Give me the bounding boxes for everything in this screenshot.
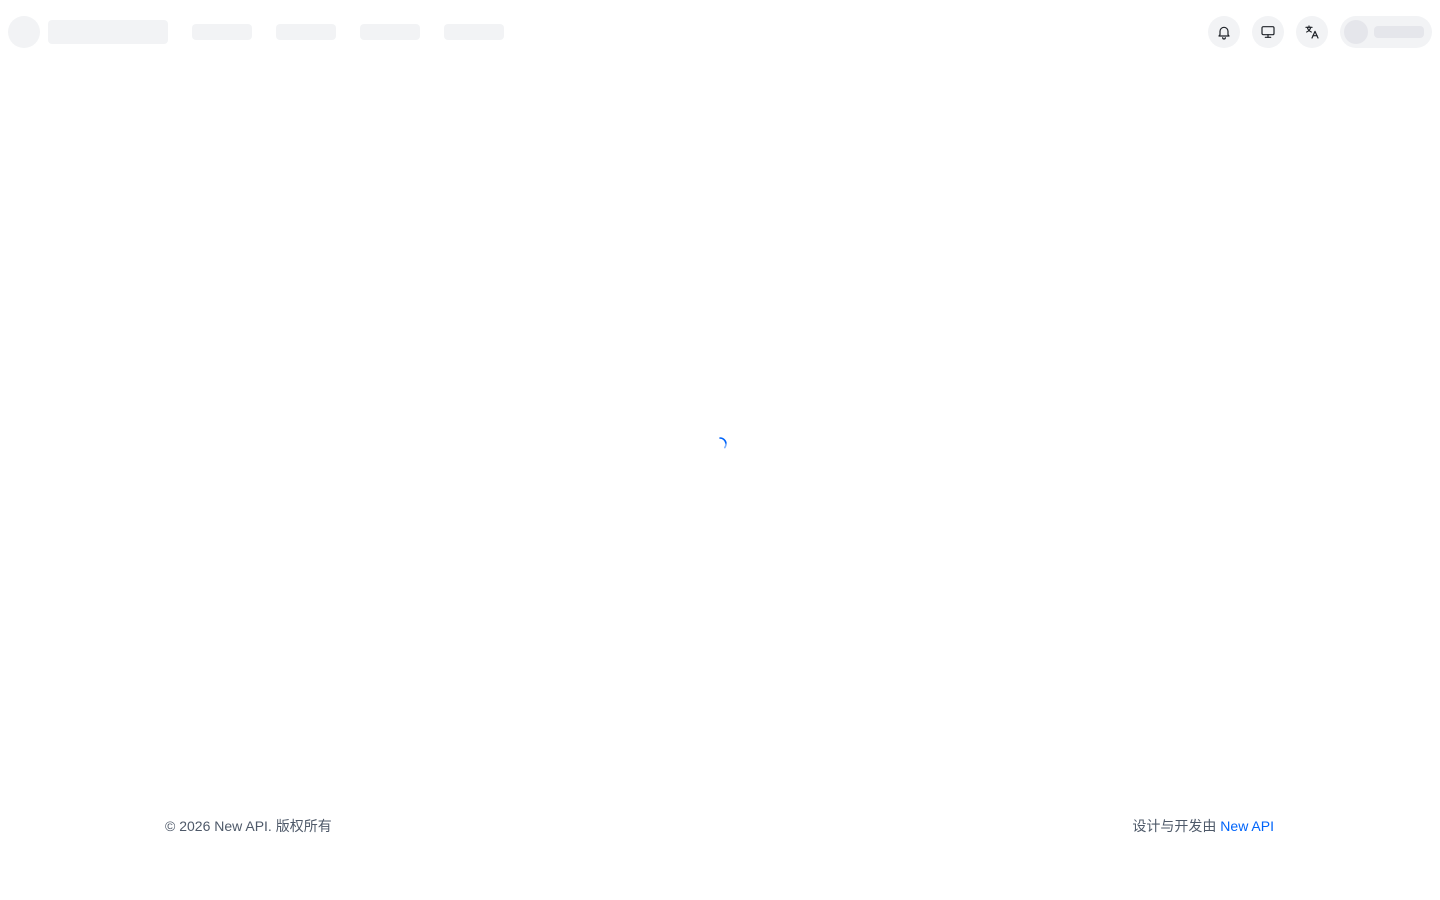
- nav-item-placeholder: [444, 24, 504, 40]
- new-api-link[interactable]: New API: [1220, 818, 1274, 834]
- logo-placeholder: [8, 16, 40, 48]
- credit-text: 设计与开发由 New API: [1132, 817, 1274, 835]
- credit-prefix: 设计与开发由: [1132, 818, 1221, 834]
- copyright-text: © 2026 New API. 版权所有: [165, 818, 332, 834]
- language-switch-button[interactable]: [1296, 16, 1328, 48]
- spinner-icon: [719, 437, 727, 449]
- notifications-button[interactable]: [1208, 16, 1240, 48]
- top-navigation-bar: [0, 0, 1440, 64]
- theme-toggle-button[interactable]: [1252, 16, 1284, 48]
- user-menu-placeholder[interactable]: [1340, 16, 1432, 48]
- footer: © 2026 New API. 版权所有 设计与开发由 New API: [0, 806, 1440, 846]
- username-placeholder: [1374, 26, 1424, 38]
- nav-item-placeholder: [360, 24, 420, 40]
- site-title-placeholder: [48, 20, 168, 44]
- nav-item-placeholder: [192, 24, 252, 40]
- monitor-icon: [1261, 26, 1275, 38]
- bell-icon: [1218, 26, 1230, 40]
- nav-item-placeholder: [276, 24, 336, 40]
- translate-icon: [1305, 25, 1319, 39]
- loading-spinner: [712, 436, 728, 452]
- avatar: [1344, 20, 1368, 44]
